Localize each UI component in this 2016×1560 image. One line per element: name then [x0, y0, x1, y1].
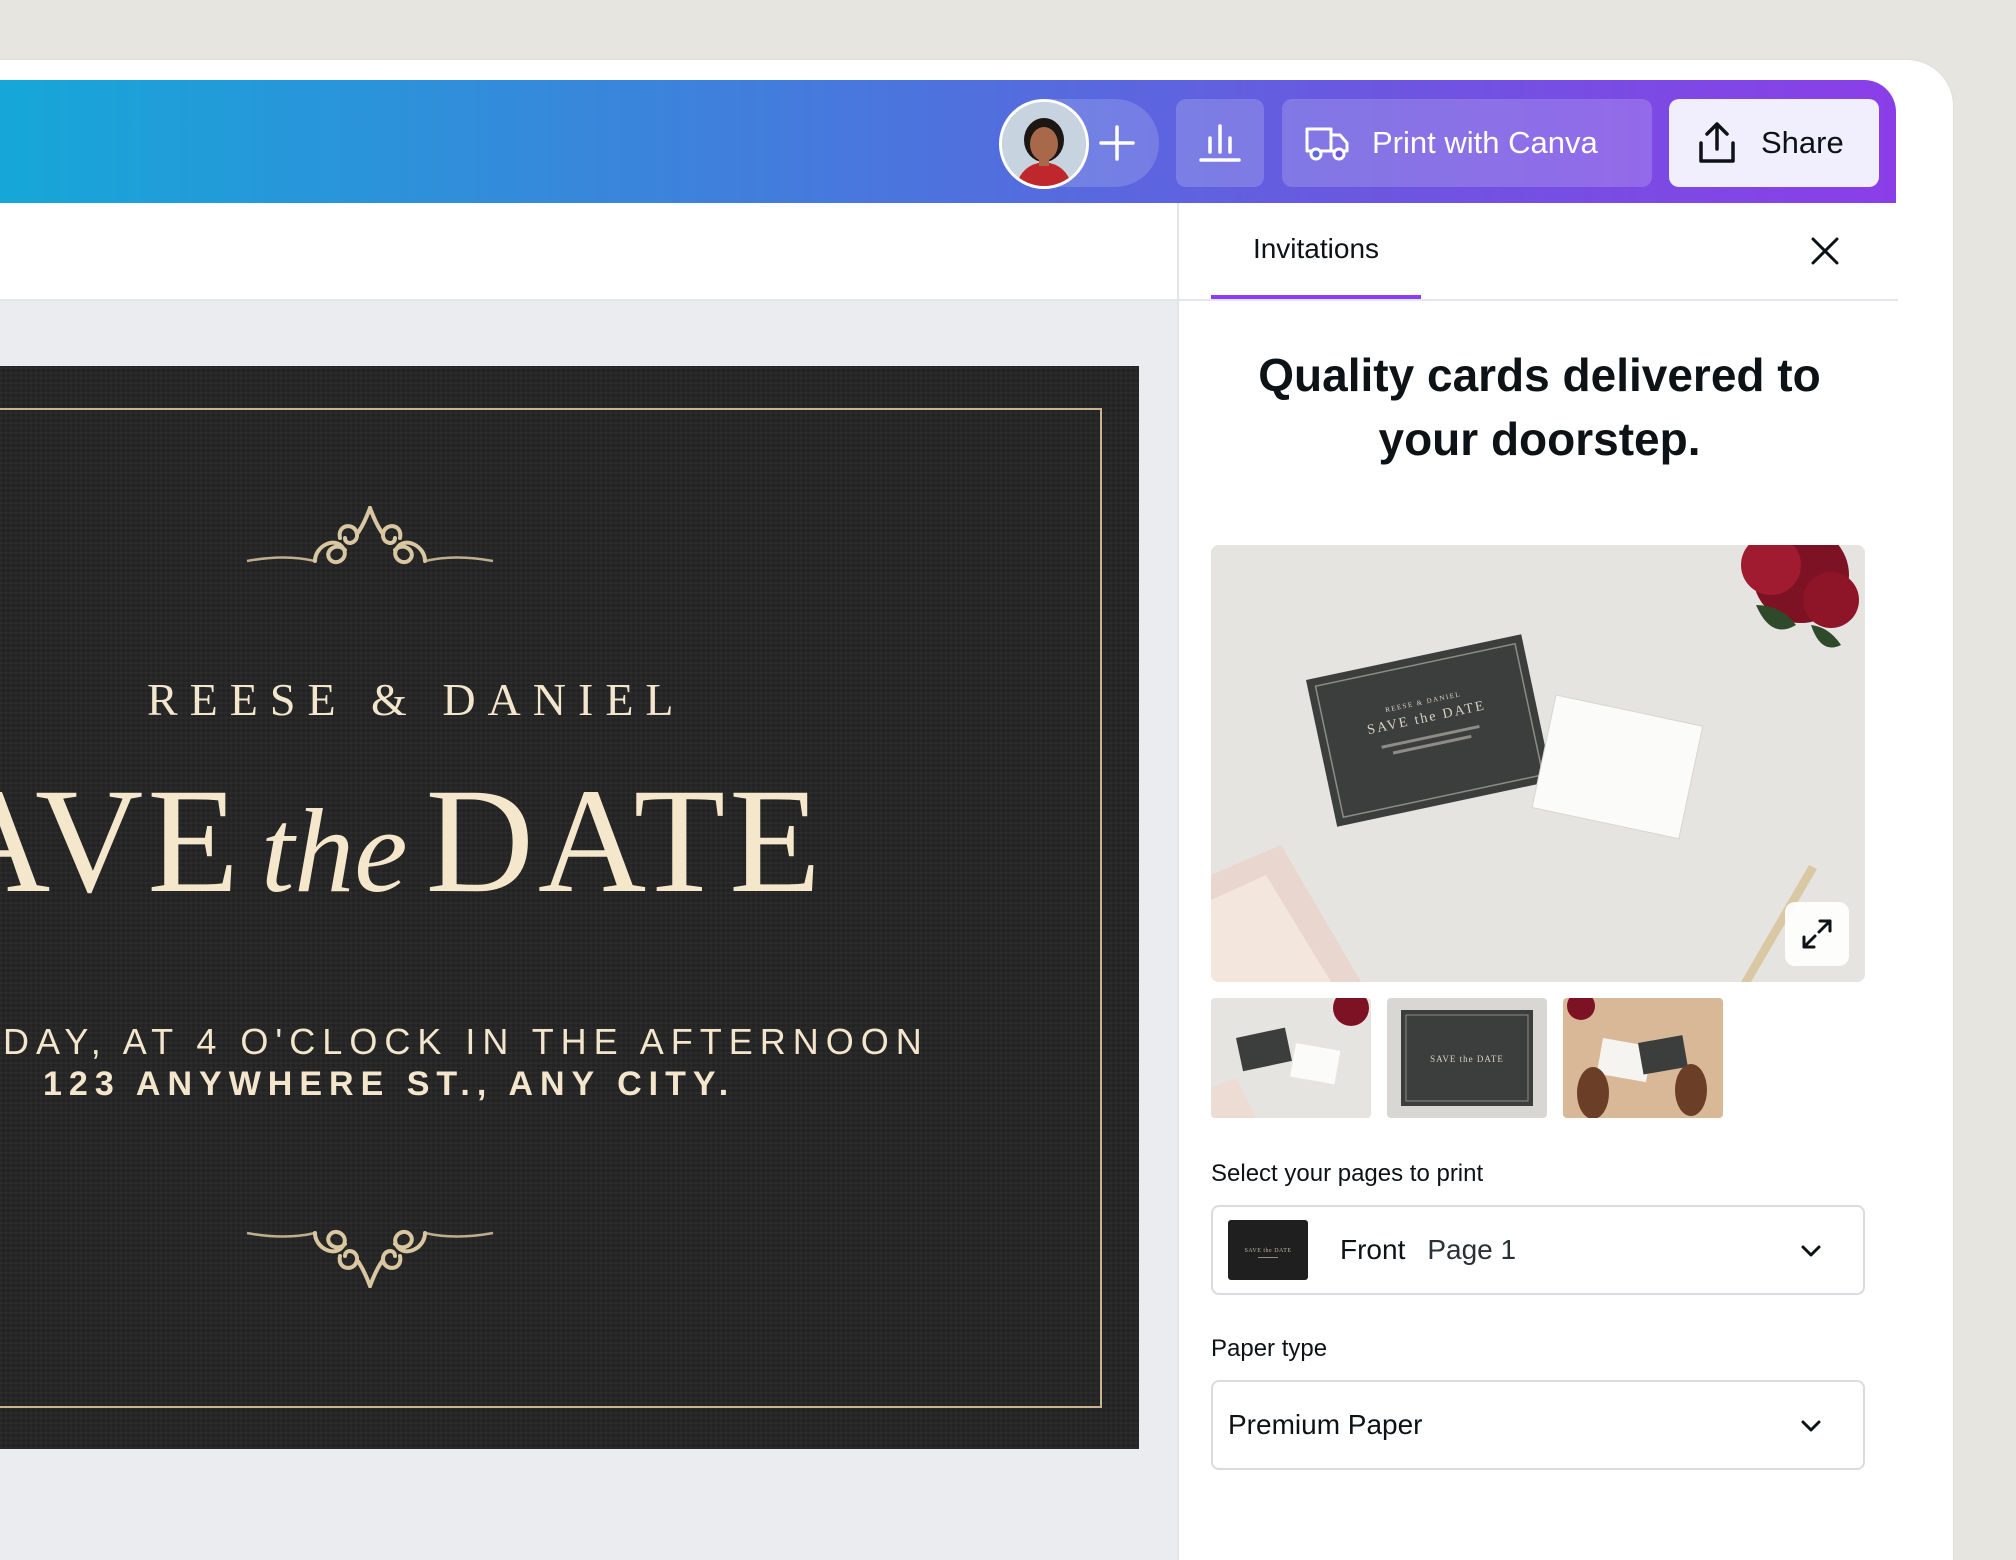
- paper-type-label: Paper type: [1211, 1335, 1328, 1362]
- delivery-truck-icon: [1304, 123, 1350, 163]
- tab-invitations[interactable]: Invitations: [1211, 203, 1421, 299]
- thumbnail-card-with-envelope[interactable]: [1211, 998, 1371, 1118]
- couple-names[interactable]: REESE & DANIEL: [147, 673, 686, 726]
- panel-heading: Quality cards delivered to your doorstep…: [1258, 349, 1821, 465]
- svg-text:SAVE the DATE: SAVE the DATE: [1244, 1248, 1291, 1254]
- save-the-date-title[interactable]: AVEtheDATE: [0, 766, 825, 916]
- pages-label: Select your pages to print: [1211, 1160, 1484, 1187]
- chevron-down-icon: [1799, 1414, 1823, 1438]
- collaborators-group[interactable]: [999, 99, 1159, 189]
- avatar[interactable]: [999, 99, 1089, 189]
- chevron-down-icon: [1799, 1239, 1823, 1263]
- page-thumbnail: SAVE the DATE: [1228, 1220, 1308, 1280]
- editor-window: Print with Canva Share REESE & DANIEL VE…: [0, 60, 1953, 1560]
- save-the-date-card[interactable]: REESE & DANIEL AVEtheDATE RDAY, AT 4 O'C…: [0, 366, 1139, 1449]
- flourish-bottom-icon: [246, 1229, 494, 1288]
- editor-header: [0, 203, 1177, 301]
- print-panel: Invitations Quality cards delivered to y…: [1177, 203, 1898, 1560]
- title-save: AVE: [0, 758, 243, 924]
- flourish-top-icon: [246, 506, 494, 565]
- top-toolbar: Print with Canva Share: [0, 80, 1896, 203]
- paper-type-value: Premium Paper: [1228, 1409, 1423, 1440]
- design-canvas[interactable]: REESE & DANIEL AVEtheDATE RDAY, AT 4 O'C…: [0, 301, 1177, 1560]
- paper-type-select[interactable]: Premium Paper: [1211, 1380, 1865, 1470]
- share-button[interactable]: Share: [1669, 99, 1879, 187]
- svg-text:SAVE the DATE: SAVE the DATE: [1430, 1054, 1504, 1064]
- analytics-button[interactable]: [1176, 99, 1264, 187]
- expand-icon: [1802, 919, 1832, 949]
- thumbnail-card-front[interactable]: SAVE the DATE: [1387, 998, 1547, 1118]
- bar-chart-icon: [1199, 124, 1241, 162]
- upload-icon: [1695, 121, 1739, 165]
- print-with-canva-button[interactable]: Print with Canva: [1282, 99, 1652, 187]
- title-the: the: [260, 784, 408, 917]
- event-time-text[interactable]: RDAY, AT 4 O'CLOCK IN THE AFTERNOON: [0, 1021, 929, 1063]
- page-number: Page 1: [1427, 1234, 1517, 1265]
- share-label: Share: [1761, 125, 1844, 160]
- thumbnail-card-in-hands[interactable]: [1563, 998, 1723, 1118]
- print-with-canva-label: Print with Canva: [1372, 125, 1598, 160]
- page-side: Front: [1340, 1234, 1406, 1265]
- product-hero-image[interactable]: SAVE the DATE REESE & DANIEL: [1211, 545, 1865, 982]
- title-date: DATE: [425, 758, 825, 924]
- pages-select[interactable]: SAVE the DATE Front Page 1: [1211, 1205, 1865, 1295]
- expand-button[interactable]: [1785, 902, 1849, 966]
- plus-icon[interactable]: [1091, 117, 1143, 169]
- close-icon[interactable]: [1807, 233, 1843, 269]
- event-address-text[interactable]: 123 ANYWHERE ST., ANY CITY.: [43, 1065, 735, 1104]
- panel-tabbar: Invitations: [1179, 203, 1898, 301]
